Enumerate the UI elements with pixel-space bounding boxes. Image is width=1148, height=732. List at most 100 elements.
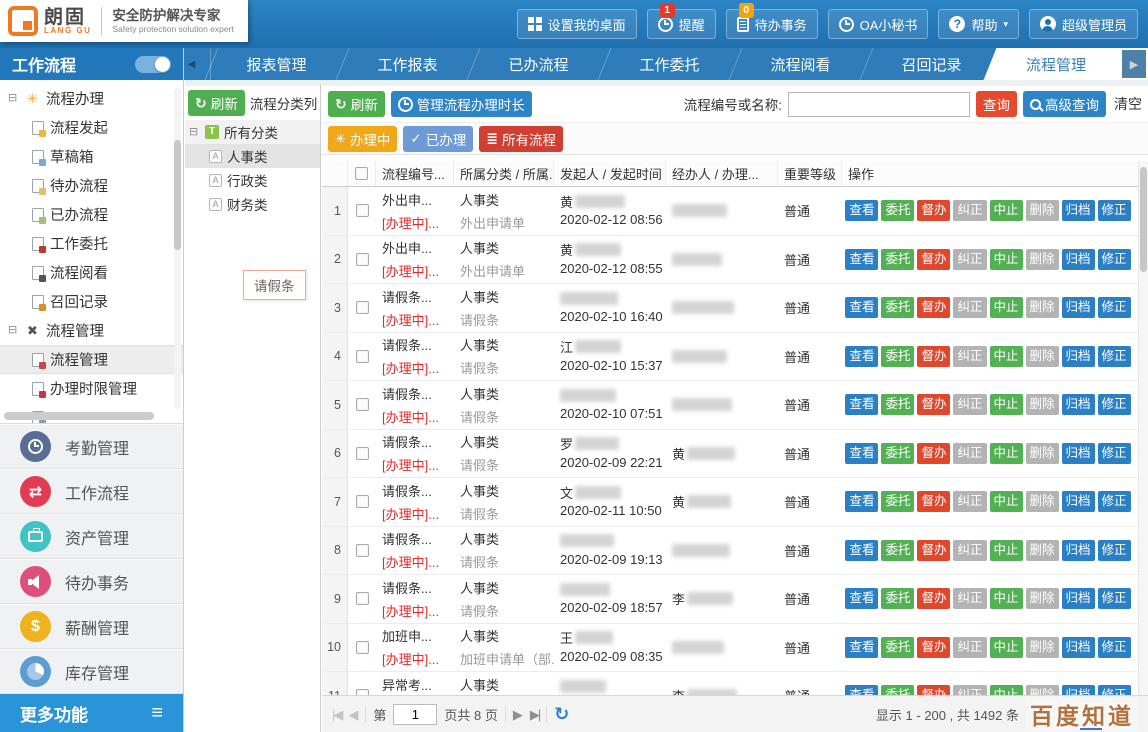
tab-recall-records[interactable]: 召回记录 (866, 48, 997, 80)
tab-scroll-right-icon[interactable] (1122, 50, 1146, 78)
sidebar-item-flow-management-group[interactable]: ✖流程管理 (0, 316, 183, 345)
supervise-button[interactable]: 督办 (917, 491, 950, 512)
delegate-button[interactable]: 委托 (881, 588, 914, 609)
supervise-button[interactable]: 督办 (917, 200, 950, 221)
expander-icon[interactable] (8, 93, 19, 104)
module-payroll[interactable]: 薪酬管理 (0, 604, 183, 649)
archive-button[interactable]: 归档 (1062, 685, 1095, 695)
archive-button[interactable]: 归档 (1062, 346, 1095, 367)
archive-button[interactable]: 归档 (1062, 297, 1095, 318)
view-button[interactable]: 查看 (845, 346, 878, 367)
delegate-button[interactable]: 委托 (881, 685, 914, 695)
archive-button[interactable]: 归档 (1062, 588, 1095, 609)
sidebar-item-flow-review[interactable]: 流程阅看 (0, 258, 183, 287)
row-checkbox[interactable] (356, 301, 369, 314)
suspend-button[interactable]: 中止 (990, 588, 1023, 609)
row-checkbox[interactable] (356, 544, 369, 557)
view-button[interactable]: 查看 (845, 540, 878, 561)
filter-processed-button[interactable]: 已办理 (403, 126, 473, 152)
delete-button[interactable]: 删除 (1026, 297, 1059, 318)
amend-button[interactable]: 修正 (1098, 394, 1131, 415)
view-button[interactable]: 查看 (845, 394, 878, 415)
amend-button[interactable]: 修正 (1098, 588, 1131, 609)
amend-button[interactable]: 修正 (1098, 297, 1131, 318)
list-refresh-button[interactable]: 刷新 (328, 91, 385, 117)
correct-button[interactable]: 纠正 (953, 297, 986, 318)
next-page-button[interactable] (513, 708, 523, 721)
last-page-button[interactable] (530, 708, 539, 721)
pagination-refresh-icon[interactable] (554, 705, 569, 723)
amend-button[interactable]: 修正 (1098, 637, 1131, 658)
clear-button[interactable]: 清空 (1114, 94, 1142, 114)
select-all-checkbox[interactable] (355, 167, 368, 180)
tab-partial[interactable] (199, 48, 211, 80)
delete-button[interactable]: 删除 (1026, 200, 1059, 221)
desktop-settings-button[interactable]: 设置我的桌面 (517, 9, 637, 39)
first-page-button[interactable] (332, 708, 341, 721)
todo-tasks-button[interactable]: 0待办事务 (726, 9, 818, 39)
archive-button[interactable]: 归档 (1062, 443, 1095, 464)
amend-button[interactable]: 修正 (1098, 249, 1131, 270)
sidebar-toggle[interactable] (135, 56, 171, 73)
correct-button[interactable]: 纠正 (953, 685, 986, 695)
expander-icon[interactable] (8, 325, 19, 336)
view-button[interactable]: 查看 (845, 297, 878, 318)
supervise-button[interactable]: 督办 (917, 249, 950, 270)
supervise-button[interactable]: 督办 (917, 443, 950, 464)
suspend-button[interactable]: 中止 (990, 249, 1023, 270)
supervise-button[interactable]: 督办 (917, 540, 950, 561)
oa-secretary-button[interactable]: OA小秘书 (828, 9, 929, 39)
suspend-button[interactable]: 中止 (990, 346, 1023, 367)
sidebar-item-flow-initiate[interactable]: 流程发起 (0, 113, 183, 142)
archive-button[interactable]: 归档 (1062, 491, 1095, 512)
suspend-button[interactable]: 中止 (990, 443, 1023, 464)
module-todo[interactable]: 待办事务 (0, 559, 183, 604)
suspend-button[interactable]: 中止 (990, 200, 1023, 221)
tab-work-report[interactable]: 工作报表 (342, 48, 473, 80)
prev-page-button[interactable] (348, 708, 358, 721)
tab-finished-flows[interactable]: 已办流程 (473, 48, 604, 80)
archive-button[interactable]: 归档 (1062, 540, 1095, 561)
row-checkbox[interactable] (356, 592, 369, 605)
suspend-button[interactable]: 中止 (990, 685, 1023, 695)
correct-button[interactable]: 纠正 (953, 443, 986, 464)
module-inventory[interactable]: 库存管理 (0, 649, 183, 694)
sidebar-item-flow-management[interactable]: 流程管理 (0, 345, 183, 374)
correct-button[interactable]: 纠正 (953, 200, 986, 221)
suspend-button[interactable]: 中止 (990, 540, 1023, 561)
tab-work-delegation[interactable]: 工作委托 (604, 48, 735, 80)
delete-button[interactable]: 删除 (1026, 491, 1059, 512)
more-functions-bar[interactable]: 更多功能 (0, 694, 183, 732)
amend-button[interactable]: 修正 (1098, 491, 1131, 512)
delete-button[interactable]: 删除 (1026, 588, 1059, 609)
row-checkbox[interactable] (356, 350, 369, 363)
suspend-button[interactable]: 中止 (990, 637, 1023, 658)
amend-button[interactable]: 修正 (1098, 346, 1131, 367)
page-number-input[interactable] (393, 704, 437, 725)
sidebar-hscrollbar-thumb[interactable] (4, 412, 154, 420)
sidebar-scrollbar-thumb[interactable] (174, 140, 181, 250)
supervise-button[interactable]: 督办 (917, 637, 950, 658)
suspend-button[interactable]: 中止 (990, 491, 1023, 512)
correct-button[interactable]: 纠正 (953, 491, 986, 512)
row-checkbox[interactable] (356, 204, 369, 217)
sidebar-item-draft-box[interactable]: 草稿箱 (0, 142, 183, 171)
delegate-button[interactable]: 委托 (881, 200, 914, 221)
category-finance-category[interactable]: 财务类 (185, 192, 320, 216)
tab-flow-management[interactable]: 流程管理 (997, 48, 1115, 80)
supervise-button[interactable]: 督办 (917, 588, 950, 609)
delete-button[interactable]: 删除 (1026, 685, 1059, 695)
query-button[interactable]: 查询 (976, 91, 1017, 117)
delegate-button[interactable]: 委托 (881, 637, 914, 658)
archive-button[interactable]: 归档 (1062, 394, 1095, 415)
row-checkbox[interactable] (356, 398, 369, 411)
super-admin-button[interactable]: 超级管理员 (1029, 9, 1138, 39)
delegate-button[interactable]: 委托 (881, 540, 914, 561)
view-button[interactable]: 查看 (845, 443, 878, 464)
correct-button[interactable]: 纠正 (953, 346, 986, 367)
module-attendance[interactable]: 考勤管理 (0, 424, 183, 469)
category-admin-category[interactable]: 行政类 (185, 168, 320, 192)
sidebar-item-work-delegation[interactable]: 工作委托 (0, 229, 183, 258)
view-button[interactable]: 查看 (845, 637, 878, 658)
amend-button[interactable]: 修正 (1098, 540, 1131, 561)
